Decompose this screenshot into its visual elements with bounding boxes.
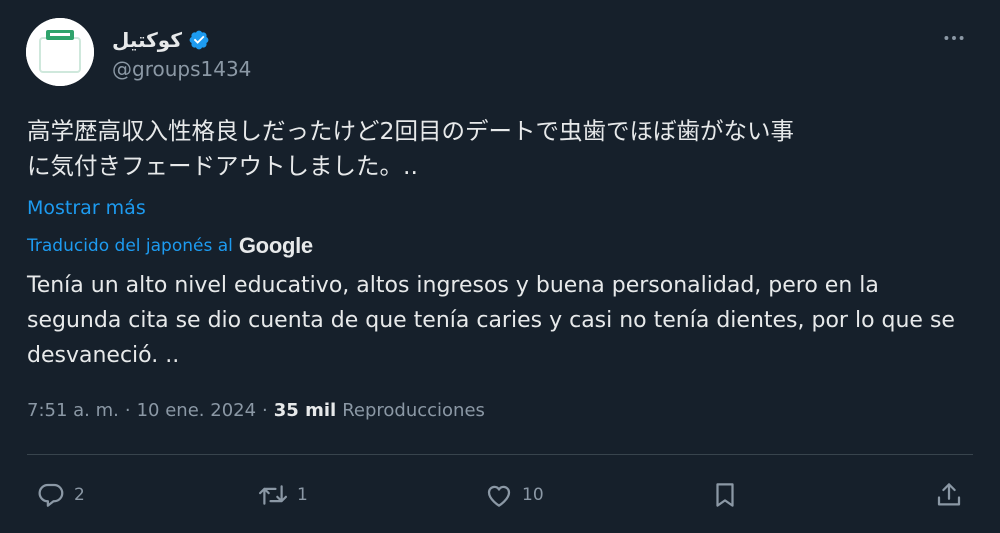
repost-icon: [258, 485, 288, 505]
reply-button[interactable]: 2: [36, 478, 85, 512]
author-handle[interactable]: @groups1434: [112, 57, 251, 81]
like-icon: [487, 485, 511, 507]
reply-count: 2: [74, 485, 85, 505]
avatar[interactable]: [26, 18, 94, 86]
like-button[interactable]: 10: [484, 478, 544, 512]
tweet-meta: 7:51 a. m. · 10 ene. 2024 · 35 mil Repro…: [27, 400, 485, 421]
views-count: 35 mil: [273, 400, 337, 421]
share-button[interactable]: [934, 478, 964, 512]
translation-attribution: Traducido del japonés al Google: [27, 231, 313, 261]
action-bar: 2 1 10: [0, 472, 1000, 520]
like-count: 10: [522, 485, 544, 505]
views-label: Reproducciones: [342, 400, 485, 421]
bookmark-icon: [716, 483, 734, 507]
avatar-logo-icon: [26, 18, 94, 86]
reply-icon: [38, 483, 64, 507]
tweet-time[interactable]: 7:51 a. m.: [27, 400, 119, 421]
translation-text: Tenía un alto nivel educativo, altos ing…: [27, 273, 955, 368]
author-name-row: کوکتیل: [112, 26, 210, 54]
more-options-button[interactable]: [938, 22, 970, 54]
verified-icon: [189, 30, 209, 50]
translated-by-link[interactable]: Traducido del japonés al: [27, 236, 233, 256]
more-icon: [944, 36, 964, 40]
tweet-card: کوکتیل @groups1434 高学歴高収入性格良しだったけど2回目のデー…: [0, 0, 1000, 533]
meta-separator-2: ·: [262, 400, 268, 421]
meta-separator: ·: [124, 400, 131, 421]
show-more-link[interactable]: Mostrar más: [27, 197, 146, 219]
repost-button[interactable]: 1: [257, 478, 308, 512]
tweet-date[interactable]: 10 ene. 2024: [137, 400, 256, 421]
author-display-name[interactable]: کوکتیل: [112, 28, 182, 52]
google-logo: Google: [238, 233, 313, 258]
bookmark-button[interactable]: [710, 478, 740, 512]
divider: [27, 454, 973, 455]
share-icon: [937, 483, 961, 506]
tweet-text: 高学歴高収入性格良しだったけど2回目のデートで虫歯でほぼ歯がない事 に気付きフェ…: [27, 117, 794, 180]
repost-count: 1: [297, 485, 308, 505]
